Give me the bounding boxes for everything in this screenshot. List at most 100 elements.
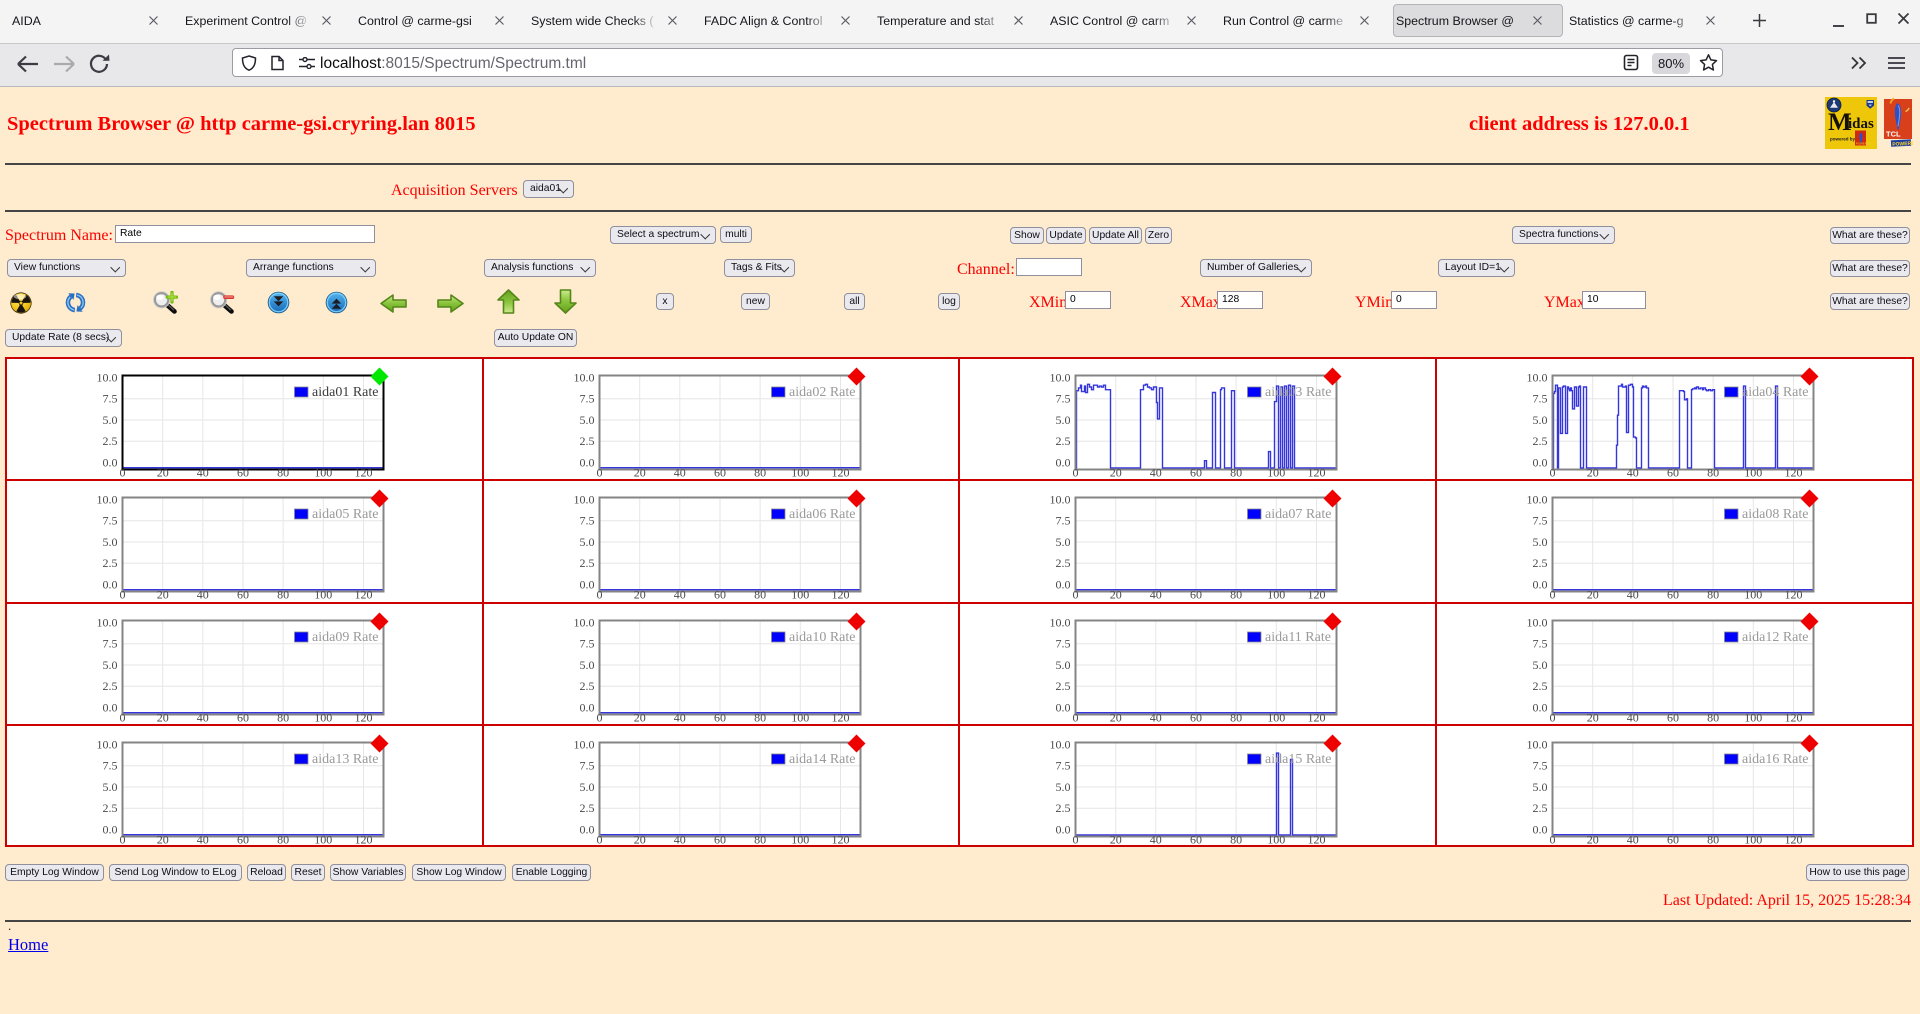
- svg-text:60: 60: [1667, 466, 1679, 480]
- svg-text:TCL: TCL: [1886, 130, 1901, 139]
- svg-text:60: 60: [714, 710, 726, 724]
- svg-text:120: 120: [1308, 466, 1326, 480]
- svg-text:2.5: 2.5: [1533, 556, 1548, 570]
- svg-text:2.5: 2.5: [579, 556, 594, 570]
- svg-text:aida16 Rate: aida16 Rate: [1742, 752, 1808, 767]
- svg-text:20: 20: [157, 832, 169, 846]
- svg-text:2.5: 2.5: [1533, 679, 1548, 693]
- svg-text:120: 120: [355, 710, 373, 724]
- svg-text:60: 60: [237, 832, 249, 846]
- svg-text:20: 20: [1110, 832, 1122, 846]
- svg-text:100: 100: [1744, 710, 1762, 724]
- svg-text:0: 0: [1073, 588, 1079, 602]
- svg-text:60: 60: [1190, 710, 1202, 724]
- svg-text:2.5: 2.5: [1056, 434, 1071, 448]
- svg-text:20: 20: [633, 588, 645, 602]
- svg-text:10.0: 10.0: [1527, 615, 1548, 629]
- svg-text:10.0: 10.0: [573, 493, 594, 507]
- svg-text:80: 80: [1707, 710, 1719, 724]
- svg-text:0.0: 0.0: [1533, 455, 1548, 469]
- svg-text:0: 0: [1550, 832, 1556, 846]
- svg-text:aida07 Rate: aida07 Rate: [1265, 507, 1331, 522]
- svg-text:120: 120: [1308, 588, 1326, 602]
- svg-text:120: 120: [831, 832, 849, 846]
- svg-text:7.5: 7.5: [1533, 514, 1548, 528]
- svg-text:7.5: 7.5: [103, 758, 118, 772]
- svg-text:20: 20: [1110, 466, 1122, 480]
- svg-text:80: 80: [277, 588, 289, 602]
- svg-text:100: 100: [314, 832, 332, 846]
- svg-text:80: 80: [1707, 466, 1719, 480]
- svg-text:5.0: 5.0: [103, 657, 118, 671]
- svg-text:120: 120: [831, 466, 849, 480]
- svg-text:100: 100: [791, 832, 809, 846]
- svg-text:7.5: 7.5: [1056, 514, 1071, 528]
- svg-text:0: 0: [120, 710, 126, 724]
- svg-text:aida02 Rate: aida02 Rate: [789, 385, 855, 400]
- svg-text:80: 80: [1230, 710, 1242, 724]
- svg-text:120: 120: [355, 588, 373, 602]
- svg-text:aida11 Rate: aida11 Rate: [1265, 630, 1331, 645]
- svg-text:80: 80: [1707, 588, 1719, 602]
- svg-text:20: 20: [1587, 588, 1599, 602]
- svg-text:0: 0: [1550, 710, 1556, 724]
- svg-text:40: 40: [1627, 832, 1639, 846]
- svg-text:7.5: 7.5: [579, 514, 594, 528]
- svg-text:60: 60: [1667, 832, 1679, 846]
- svg-text:40: 40: [1627, 466, 1639, 480]
- svg-text:60: 60: [1190, 588, 1202, 602]
- svg-text:100: 100: [1268, 710, 1286, 724]
- svg-text:40: 40: [197, 710, 209, 724]
- svg-text:100: 100: [791, 588, 809, 602]
- svg-text:60: 60: [714, 588, 726, 602]
- svg-text:2.5: 2.5: [579, 801, 594, 815]
- svg-text:40: 40: [673, 588, 685, 602]
- svg-text:aida06 Rate: aida06 Rate: [789, 507, 855, 522]
- svg-text:0.0: 0.0: [103, 700, 118, 714]
- svg-text:aida04 Rate: aida04 Rate: [1742, 385, 1808, 400]
- svg-text:0: 0: [120, 466, 126, 480]
- svg-text:60: 60: [237, 588, 249, 602]
- svg-text:60: 60: [237, 466, 249, 480]
- svg-text:40: 40: [1150, 832, 1162, 846]
- svg-text:5.0: 5.0: [1056, 535, 1071, 549]
- svg-text:40: 40: [673, 832, 685, 846]
- svg-text:80: 80: [754, 466, 766, 480]
- svg-text:POWERED: POWERED: [1892, 140, 1913, 147]
- svg-text:0: 0: [120, 588, 126, 602]
- svg-text:5.0: 5.0: [1533, 657, 1548, 671]
- svg-text:2.5: 2.5: [1056, 679, 1071, 693]
- svg-text:40: 40: [1150, 466, 1162, 480]
- svg-text:0.0: 0.0: [579, 700, 594, 714]
- svg-text:40: 40: [673, 710, 685, 724]
- svg-text:5.0: 5.0: [1056, 657, 1071, 671]
- svg-text:10.0: 10.0: [97, 493, 118, 507]
- svg-text:0.0: 0.0: [1056, 455, 1071, 469]
- svg-text:0.0: 0.0: [1056, 700, 1071, 714]
- svg-text:idas: idas: [1848, 116, 1874, 132]
- svg-text:0.0: 0.0: [1533, 700, 1548, 714]
- svg-text:80: 80: [277, 466, 289, 480]
- svg-text:120: 120: [831, 710, 849, 724]
- svg-text:7.5: 7.5: [103, 514, 118, 528]
- svg-text:aida14 Rate: aida14 Rate: [789, 752, 855, 767]
- svg-text:5.0: 5.0: [579, 780, 594, 794]
- svg-text:5.0: 5.0: [1056, 780, 1071, 794]
- svg-text:0.0: 0.0: [579, 578, 594, 592]
- svg-text:0.0: 0.0: [579, 822, 594, 836]
- svg-text:0: 0: [1073, 710, 1079, 724]
- svg-text:20: 20: [1110, 710, 1122, 724]
- svg-text:10.0: 10.0: [573, 370, 594, 384]
- svg-text:POWERED: POWERED: [1856, 142, 1872, 146]
- svg-text:80: 80: [1230, 466, 1242, 480]
- svg-text:10.0: 10.0: [1527, 493, 1548, 507]
- svg-text:2.5: 2.5: [103, 434, 118, 448]
- svg-text:100: 100: [314, 466, 332, 480]
- svg-text:0.0: 0.0: [103, 455, 118, 469]
- svg-text:40: 40: [1150, 588, 1162, 602]
- svg-text:aida05 Rate: aida05 Rate: [312, 507, 378, 522]
- svg-text:5.0: 5.0: [579, 657, 594, 671]
- svg-text:40: 40: [197, 466, 209, 480]
- svg-text:60: 60: [237, 710, 249, 724]
- svg-text:10.0: 10.0: [1527, 737, 1548, 751]
